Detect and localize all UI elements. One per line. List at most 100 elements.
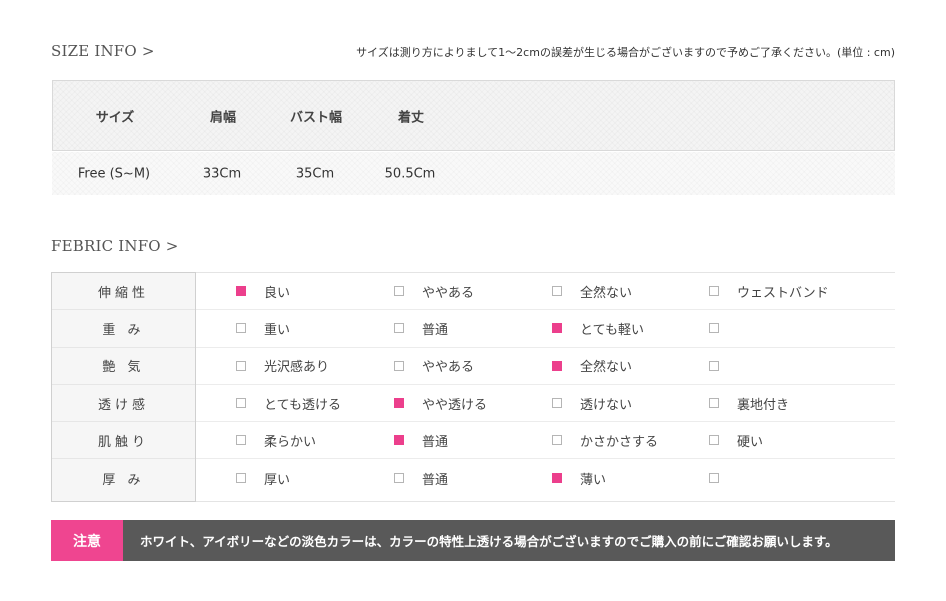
fabric-option[interactable]: 裏地付き xyxy=(709,385,789,421)
fabric-option[interactable]: 柔らかい xyxy=(236,422,316,458)
fabric-option-label: 厚い xyxy=(264,472,291,488)
fabric-row-label: 透け感 xyxy=(52,385,195,423)
fabric-option-label: 全然ない xyxy=(580,360,633,376)
fabric-row-label: 重 み xyxy=(52,310,195,348)
fabric-option[interactable]: 全然ない xyxy=(552,348,632,384)
unchecked-checkbox[interactable] xyxy=(709,473,719,484)
fabric-label-column: 伸縮性重 み艶 気透け感 肌触り厚 み xyxy=(51,272,196,502)
size-table-row: Free (S~M) 33Cm 35Cm 50.5Cm xyxy=(52,152,895,195)
fabric-option-label: とても軽い xyxy=(580,322,644,338)
fabric-option[interactable]: 硬い xyxy=(709,422,763,458)
fabric-row-label: 肌触り xyxy=(52,422,195,460)
fabric-option-label: 光沢感あり xyxy=(264,360,330,376)
fabric-option-label: とても透ける xyxy=(264,397,341,413)
cell-bust: 35Cm xyxy=(295,166,335,181)
checked-checkbox[interactable] xyxy=(552,360,562,371)
fabric-row-label: 伸縮性 xyxy=(52,273,195,311)
unchecked-checkbox[interactable] xyxy=(552,398,562,409)
fabric-table: 伸縮性重 み艶 気透け感 肌触り厚 み 良い ややある 全然ない ウェストバンド 重い 普通… xyxy=(51,272,895,502)
header-bust: バスト幅 xyxy=(289,110,343,125)
unchecked-checkbox[interactable] xyxy=(394,360,404,371)
size-table-header: サイズ 肩幅 バスト幅 着丈 xyxy=(52,80,895,151)
unchecked-checkbox[interactable] xyxy=(552,435,562,446)
cell-size: Free (S~M) xyxy=(77,166,151,181)
fabric-row: 光沢感あり ややある 全然ない xyxy=(196,348,895,385)
checked-checkbox[interactable] xyxy=(394,398,404,409)
unchecked-checkbox[interactable] xyxy=(236,473,246,484)
size-info-note: サイズは測り方によりまして1〜2cmの誤差が生じる場合がございますので予めご了承… xyxy=(356,46,895,59)
fabric-option[interactable]: ウェストバンド xyxy=(709,273,829,309)
fabric-row: 良い ややある 全然ない ウェストバンド xyxy=(196,273,895,311)
fabric-option-label: 良い xyxy=(264,285,291,301)
fabric-option[interactable] xyxy=(709,348,737,384)
fabric-option[interactable]: 普通 xyxy=(394,310,448,346)
fabric-option[interactable]: ややある xyxy=(394,273,474,309)
header-shoulder: 肩幅 xyxy=(209,110,237,125)
fabric-option[interactable]: とても透ける xyxy=(236,385,341,421)
fabric-option[interactable] xyxy=(709,310,737,346)
unchecked-checkbox[interactable] xyxy=(236,323,246,334)
unchecked-checkbox[interactable] xyxy=(394,473,404,484)
notice-tag: 注意 xyxy=(51,520,123,561)
unchecked-checkbox[interactable] xyxy=(709,286,719,297)
header-size: サイズ xyxy=(95,110,135,125)
checked-checkbox[interactable] xyxy=(236,286,246,297)
fabric-option-label: 全然ない xyxy=(580,285,633,301)
fabric-info-heading: FEBRIC INFO > xyxy=(51,237,179,255)
fabric-option[interactable] xyxy=(709,459,737,496)
cell-length: 50.5Cm xyxy=(384,166,436,181)
unchecked-checkbox[interactable] xyxy=(236,360,246,371)
fabric-option[interactable]: ややある xyxy=(394,348,474,384)
header-length: 着丈 xyxy=(397,110,425,125)
fabric-option[interactable]: かさかさする xyxy=(552,422,658,458)
checked-checkbox[interactable] xyxy=(394,435,404,446)
fabric-option[interactable]: 透けない xyxy=(552,385,632,421)
fabric-option-label: ウェストバンド xyxy=(737,285,829,301)
fabric-row-label: 艶 気 xyxy=(52,348,195,385)
fabric-option[interactable]: 良い xyxy=(236,273,290,309)
unchecked-checkbox[interactable] xyxy=(394,286,404,297)
fabric-option[interactable]: 光沢感あり xyxy=(236,348,329,384)
checked-checkbox[interactable] xyxy=(552,473,562,484)
fabric-option-label: ややある xyxy=(422,360,475,376)
fabric-option[interactable]: 普通 xyxy=(394,459,448,496)
fabric-option-label: 薄い xyxy=(580,472,607,488)
fabric-row: とても透ける やや透ける 透けない 裏地付き xyxy=(196,385,895,423)
fabric-option[interactable]: 厚い xyxy=(236,459,290,496)
fabric-option-label: ややある xyxy=(422,285,475,301)
fabric-option-label: かさかさする xyxy=(580,434,659,450)
fabric-row: 重い 普通 とても軽い xyxy=(196,310,895,348)
fabric-option-label: 普通 xyxy=(422,472,449,488)
fabric-option[interactable]: 重い xyxy=(236,310,290,346)
fabric-option[interactable]: 普通 xyxy=(394,422,448,458)
fabric-option-label: やや透ける xyxy=(422,397,488,413)
fabric-option-label: 透けない xyxy=(580,397,633,413)
fabric-row: 厚い 普通 薄い xyxy=(196,459,895,496)
fabric-option[interactable]: 薄い xyxy=(552,459,606,496)
fabric-option-label: 普通 xyxy=(422,434,449,450)
product-info-page: SIZE INFO > サイズは測り方によりまして1〜2cmの誤差が生じる場合が… xyxy=(0,0,946,601)
fabric-option-label: 普通 xyxy=(422,322,449,338)
unchecked-checkbox[interactable] xyxy=(709,398,719,409)
unchecked-checkbox[interactable] xyxy=(236,435,246,446)
notice-bar: 注意 ホワイト、アイボリーなどの淡色カラーは、カラーの特性上透ける場合がございま… xyxy=(51,520,895,561)
unchecked-checkbox[interactable] xyxy=(709,323,719,334)
fabric-option-label: 柔らかい xyxy=(264,434,317,450)
checked-checkbox[interactable] xyxy=(552,323,562,334)
unchecked-checkbox[interactable] xyxy=(236,398,246,409)
unchecked-checkbox[interactable] xyxy=(709,435,719,446)
fabric-option-label: 裏地付き xyxy=(737,397,790,413)
cell-shoulder: 33Cm xyxy=(202,166,242,181)
size-table: サイズ 肩幅 バスト幅 着丈 Free (S~M) 33Cm 35Cm 50.5… xyxy=(52,80,895,195)
fabric-row: 柔らかい 普通 かさかさする 硬い xyxy=(196,422,895,460)
size-info-heading: SIZE INFO > xyxy=(51,42,155,60)
unchecked-checkbox[interactable] xyxy=(709,360,719,371)
fabric-option[interactable]: 全然ない xyxy=(552,273,632,309)
unchecked-checkbox[interactable] xyxy=(394,323,404,334)
fabric-option-label: 硬い xyxy=(737,434,764,450)
fabric-option[interactable]: とても軽い xyxy=(552,310,644,346)
fabric-row-label: 厚 み xyxy=(102,472,145,488)
fabric-option[interactable]: やや透ける xyxy=(394,385,487,421)
unchecked-checkbox[interactable] xyxy=(552,286,562,297)
fabric-option-label: 重い xyxy=(264,322,291,338)
